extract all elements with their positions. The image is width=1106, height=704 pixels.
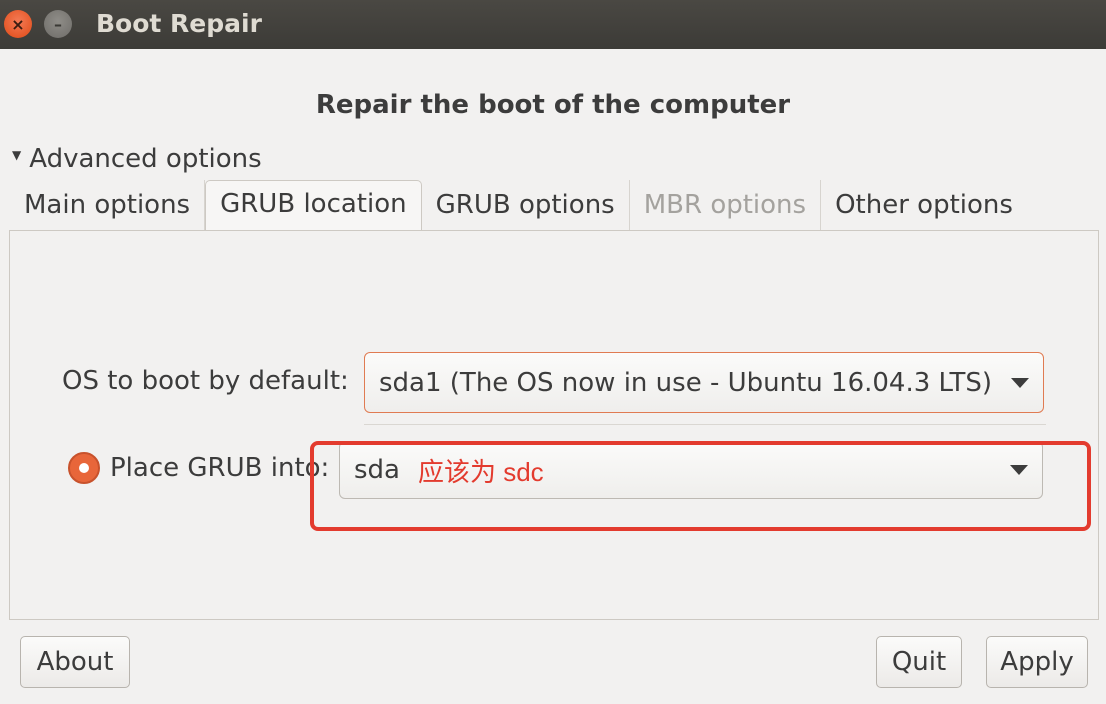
annotation-highlight-box [310,441,1091,531]
tab-grub-options[interactable]: GRUB options [422,180,630,231]
minimize-icon[interactable]: – [44,10,72,38]
about-button[interactable]: About [20,636,130,688]
tab-panel-grub-location [9,230,1099,620]
tab-bar: Main options GRUB location GRUB options … [10,180,1027,232]
tab-grub-location[interactable]: GRUB location [205,180,422,232]
chevron-down-icon [1011,377,1029,388]
os-default-label: OS to boot by default: [62,366,349,396]
window-titlebar: × – Boot Repair [0,0,1106,49]
expander-label: Advanced options [29,144,262,174]
os-default-dropdown[interactable]: sda1 (The OS now in use - Ubuntu 16.04.3… [364,352,1044,413]
page-heading: Repair the boot of the computer [315,90,791,120]
place-grub-radio[interactable] [68,452,100,484]
place-grub-label: Place GRUB into: [110,453,330,483]
tab-mbr-options: MBR options [630,180,822,231]
advanced-options-expander[interactable]: ▼ Advanced options [12,144,262,174]
window-title: Boot Repair [96,9,262,38]
os-default-value: sda1 (The OS now in use - Ubuntu 16.04.3… [379,367,992,398]
tab-main-options[interactable]: Main options [10,180,206,231]
apply-button[interactable]: Apply [986,636,1088,688]
close-icon[interactable]: × [4,10,32,38]
quit-button[interactable]: Quit [876,636,962,688]
expander-arrow-icon: ▼ [12,148,22,162]
separator [364,424,1046,425]
radio-dot-icon [79,463,89,473]
tab-other-options[interactable]: Other options [821,180,1027,231]
